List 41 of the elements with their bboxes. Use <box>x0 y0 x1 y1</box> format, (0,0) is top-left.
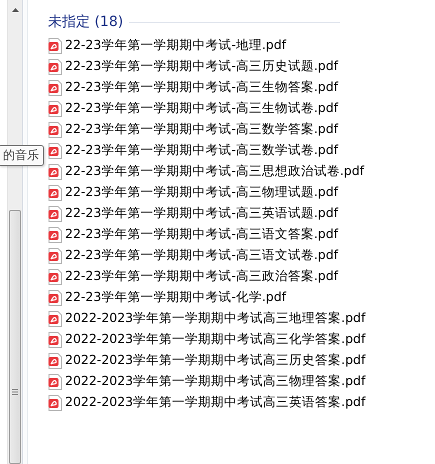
pdf-file-icon <box>48 122 62 138</box>
file-name[interactable]: 22-23学年第一学期期中考试-高三语文答案.pdf <box>65 226 338 243</box>
group-header[interactable]: 未指定 (18) <box>48 13 124 31</box>
up-arrow-icon[interactable] <box>12 8 18 12</box>
file-name[interactable]: 22-23学年第一学期期中考试-高三英语试题.pdf <box>65 205 338 222</box>
grip-icon <box>12 389 18 395</box>
pdf-file-icon <box>48 268 62 284</box>
pdf-file-icon <box>48 290 62 306</box>
pdf-file-icon <box>48 206 62 222</box>
pdf-file-icon <box>48 226 62 242</box>
pdf-file-icon <box>48 184 62 200</box>
pdf-file-icon <box>48 332 62 348</box>
pdf-file-icon <box>48 142 62 158</box>
file-name[interactable]: 22-23学年第一学期期中考试-地理.pdf <box>65 37 286 54</box>
file-name[interactable]: 22-23学年第一学期期中考试-高三数学试卷.pdf <box>65 142 338 159</box>
file-name[interactable]: 2022-2023学年第一学期期中考试高三物理答案.pdf <box>65 373 366 390</box>
file-name[interactable]: 2022-2023学年第一学期期中考试高三化学答案.pdf <box>65 331 366 348</box>
scroll-thumb[interactable] <box>9 210 21 464</box>
file-name[interactable]: 22-23学年第一学期期中考试-高三政治答案.pdf <box>65 268 338 285</box>
pdf-file-icon <box>48 100 62 116</box>
file-name[interactable]: 2022-2023学年第一学期期中考试高三历史答案.pdf <box>65 352 366 369</box>
file-name[interactable]: 22-23学年第一学期期中考试-高三语文试卷.pdf <box>65 247 338 264</box>
file-name[interactable]: 22-23学年第一学期期中考试-高三历史试题.pdf <box>65 58 338 75</box>
pdf-file-icon <box>48 374 62 390</box>
pdf-file-icon <box>48 58 62 74</box>
pdf-file-icon <box>48 248 62 264</box>
file-name[interactable]: 22-23学年第一学期期中考试-高三生物答案.pdf <box>65 79 338 96</box>
file-name[interactable]: 2022-2023学年第一学期期中考试高三英语答案.pdf <box>65 394 366 411</box>
pdf-file-icon <box>48 80 62 96</box>
file-name[interactable]: 22-23学年第一学期期中考试-化学.pdf <box>65 289 286 306</box>
file-name[interactable]: 22-23学年第一学期期中考试-高三生物试卷.pdf <box>65 100 338 117</box>
pdf-file-icon <box>48 310 62 326</box>
tooltip: 的音乐 <box>0 145 44 166</box>
file-name[interactable]: 2022-2023学年第一学期期中考试高三地理答案.pdf <box>65 310 366 327</box>
file-name[interactable]: 22-23学年第一学期期中考试-高三思想政治试卷.pdf <box>65 163 364 180</box>
file-name[interactable]: 22-23学年第一学期期中考试-高三物理试题.pdf <box>65 184 338 201</box>
pdf-file-icon <box>48 352 62 368</box>
file-name[interactable]: 22-23学年第一学期期中考试-高三数学答案.pdf <box>65 121 338 138</box>
pdf-file-icon <box>48 38 62 54</box>
pdf-file-icon <box>48 164 62 180</box>
pdf-file-icon <box>48 394 62 410</box>
